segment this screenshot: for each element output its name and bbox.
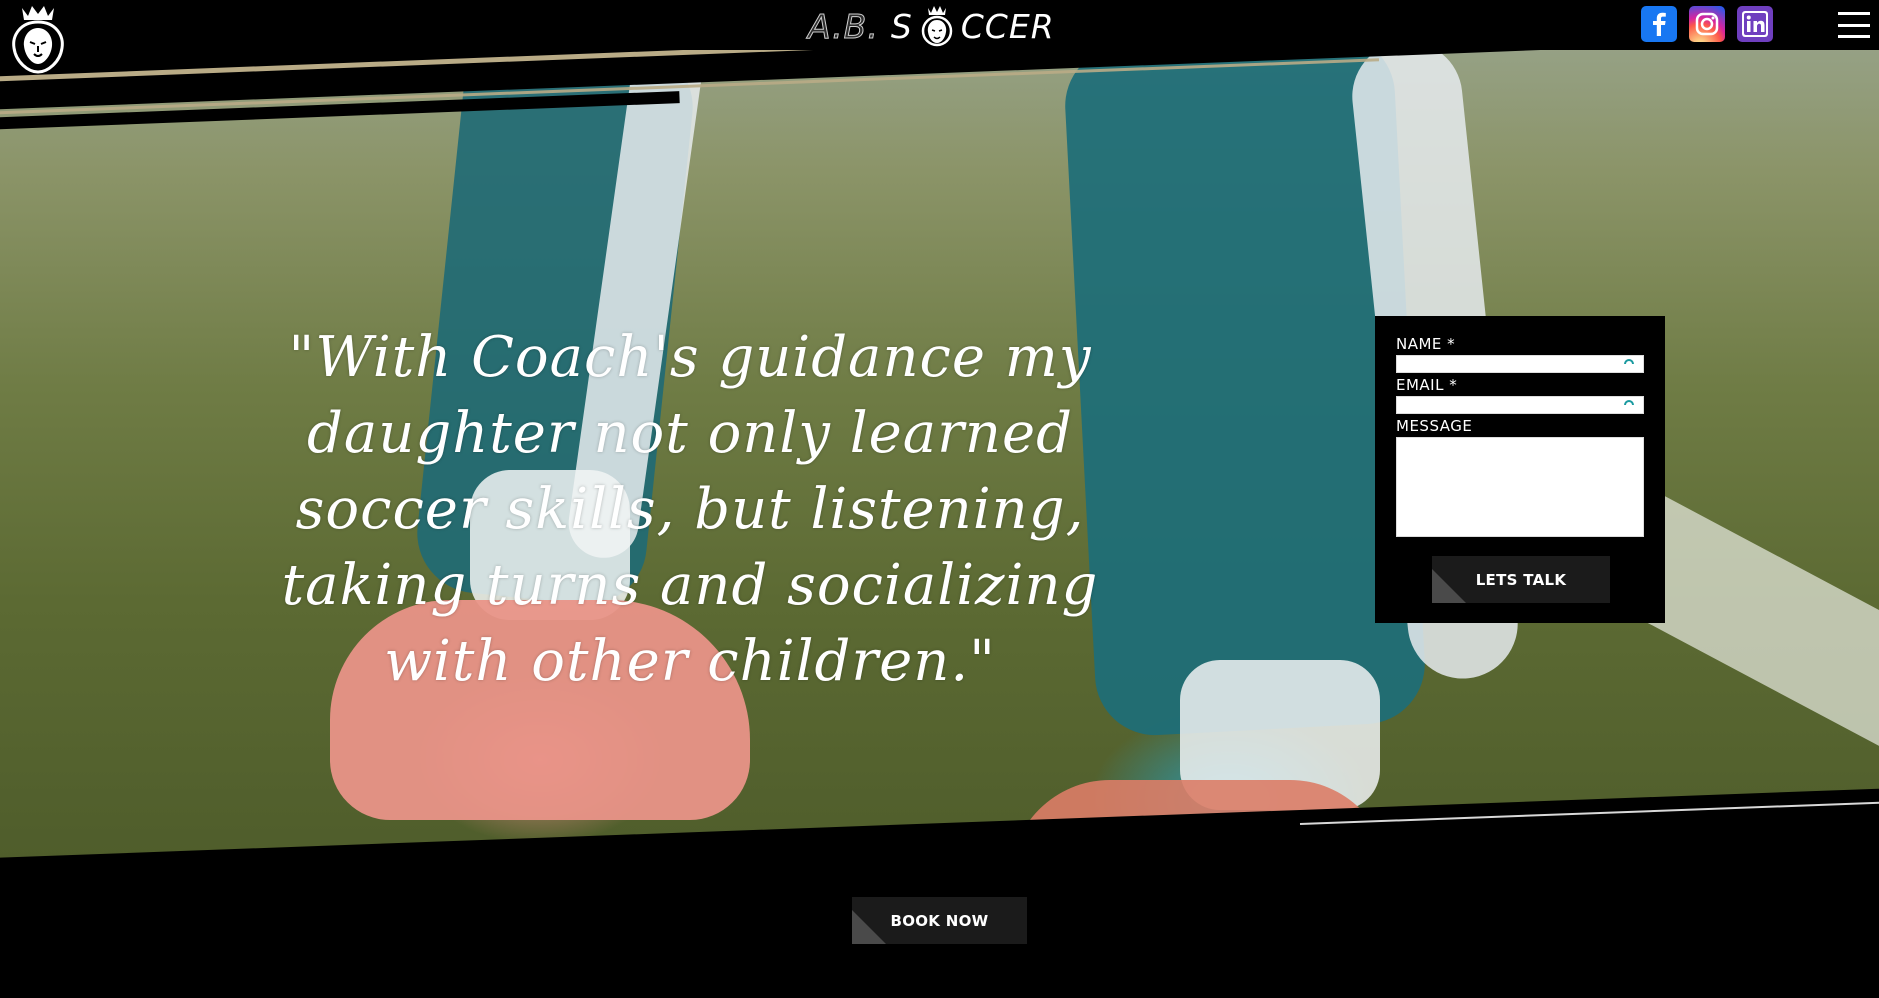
instagram-icon[interactable] bbox=[1689, 6, 1725, 42]
lion-logo-icon[interactable] bbox=[6, 2, 70, 74]
email-label: EMAIL * bbox=[1396, 376, 1458, 394]
brand-s: S bbox=[890, 6, 913, 46]
book-now-button[interactable]: BOOK NOW bbox=[852, 897, 1027, 944]
menu-bar bbox=[1838, 23, 1870, 27]
menu-bar bbox=[1838, 35, 1870, 38]
message-textarea[interactable] bbox=[1396, 437, 1644, 537]
social-links bbox=[1641, 6, 1773, 42]
site-title[interactable]: A.B. S CCER bbox=[808, 4, 1055, 48]
book-now-label: BOOK NOW bbox=[890, 911, 989, 930]
email-field[interactable] bbox=[1396, 396, 1644, 414]
hamburger-menu-icon[interactable] bbox=[1838, 12, 1870, 38]
message-label: MESSAGE bbox=[1396, 417, 1473, 435]
lets-talk-button[interactable]: LETS TALK bbox=[1432, 556, 1610, 603]
testimonial-quote: "With Coach's guidance my daughter not o… bbox=[281, 325, 1099, 694]
menu-bar bbox=[1838, 12, 1870, 15]
name-field[interactable] bbox=[1396, 355, 1644, 373]
lets-talk-label: LETS TALK bbox=[1475, 570, 1567, 589]
facebook-icon[interactable] bbox=[1641, 6, 1677, 42]
name-label: NAME * bbox=[1396, 335, 1456, 353]
autofill-key-icon[interactable] bbox=[1623, 399, 1635, 411]
brand-rest: CCER bbox=[960, 6, 1055, 46]
brand-prefix: A.B. bbox=[808, 6, 879, 46]
linkedin-icon[interactable] bbox=[1737, 6, 1773, 42]
lion-crest-icon bbox=[917, 5, 957, 47]
autofill-key-icon[interactable] bbox=[1623, 358, 1635, 370]
